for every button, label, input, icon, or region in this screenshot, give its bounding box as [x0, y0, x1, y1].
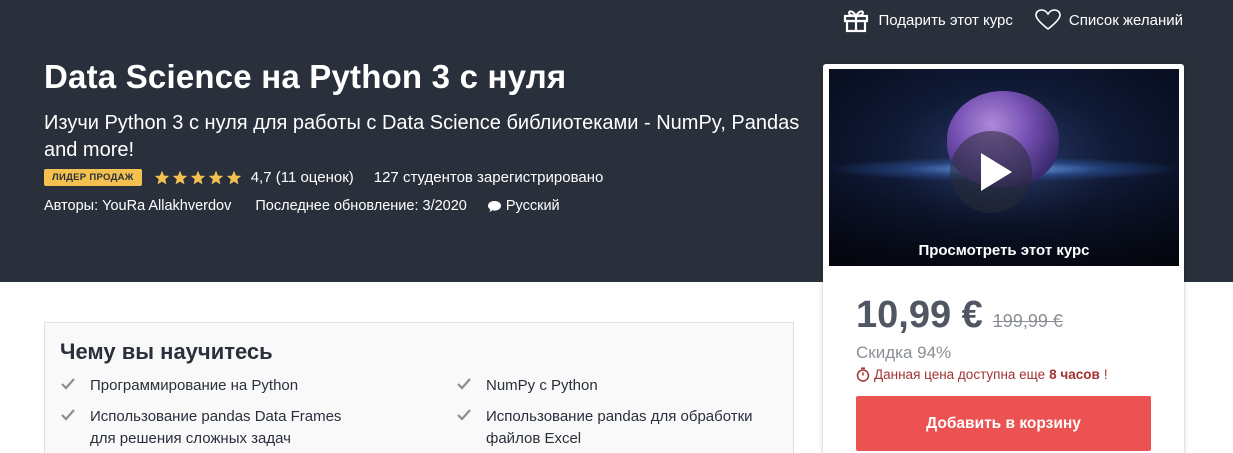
check-icon [457, 409, 471, 421]
play-icon [981, 153, 1012, 191]
gift-icon [842, 7, 870, 33]
author-link[interactable]: YouRa Allakhverdov [102, 198, 231, 214]
price-row: 10,99 € 199,99 € [856, 294, 1063, 337]
what-you-learn: Чему вы научитесь Программирование на Py… [44, 322, 794, 453]
urgency-suffix: ! [1103, 367, 1108, 382]
language-label: Русский [505, 198, 560, 214]
authors-label: Авторы: [44, 198, 99, 214]
learn-item-text: Использование pandas Data Frames для реш… [90, 408, 342, 447]
learn-title: Чему вы научитесь [60, 339, 273, 364]
star-icon [226, 170, 241, 184]
star-icon [172, 170, 187, 184]
price-urgency: Данная цена доступна еще 8 часов! [856, 367, 1108, 382]
course-stats: ЛИДЕР ПРОДАЖ 4,7 (11 оценок) 127 студент… [44, 169, 603, 186]
learn-item-text: Программирование на Python [90, 377, 299, 394]
course-meta: Авторы: YouRa Allakhverdov Последнее обн… [44, 198, 560, 214]
course-title: Data Science на Python 3 с нуля [44, 58, 567, 95]
learn-item: Использование pandas для обработки файло… [456, 406, 786, 450]
purchase-sidebar: Просмотреть этот курс 10,99 € 199,99 € С… [823, 64, 1184, 453]
wishlist-button[interactable]: Список желаний [1035, 6, 1183, 34]
current-price: 10,99 € [856, 294, 983, 336]
course-preview[interactable]: Просмотреть этот курс [829, 69, 1179, 266]
learn-item: NumPy с Python [456, 375, 786, 397]
wishlist-label: Список желаний [1068, 11, 1183, 29]
rating-stars [154, 170, 242, 186]
course-language: Русский [487, 198, 560, 214]
gift-course-label: Подарить этот курс [878, 11, 1013, 29]
play-button[interactable] [950, 131, 1032, 213]
stopwatch-icon [856, 367, 870, 382]
check-icon [61, 378, 75, 390]
last-update: Последнее обновление: 3/2020 [255, 198, 467, 214]
top-actions: Подарить этот курс Список желаний [842, 6, 1183, 34]
heart-icon [1035, 9, 1061, 31]
preview-label: Просмотреть этот курс [918, 242, 1090, 259]
learn-item: Программирование на Python [60, 375, 390, 397]
star-icon [208, 170, 223, 184]
rating-text[interactable]: 4,7 (11 оценок) [251, 169, 354, 186]
learn-item: Использование pandas Data Frames для реш… [60, 406, 370, 450]
check-icon [61, 409, 75, 421]
gift-course-button[interactable]: Подарить этот курс [842, 6, 1013, 34]
bestseller-badge: ЛИДЕР ПРОДАЖ [44, 169, 142, 186]
check-icon [457, 378, 471, 390]
learn-item-text: NumPy с Python [486, 377, 598, 394]
star-icon [154, 170, 169, 184]
urgency-time: 8 часов [1049, 367, 1100, 382]
add-to-cart-button[interactable]: Добавить в корзину [856, 396, 1151, 451]
students-count: 127 студентов зарегистрировано [373, 169, 604, 186]
course-subtitle: Изучи Python 3 с нуля для работы с Data … [44, 112, 800, 161]
star-icon [190, 170, 205, 184]
urgency-prefix: Данная цена доступна еще [874, 367, 1046, 382]
speech-bubble-icon [487, 200, 501, 212]
original-price: 199,99 € [992, 311, 1063, 331]
discount-label: Скидка 94% [856, 343, 952, 362]
learn-item-text: Использование pandas для обработки файло… [486, 408, 753, 447]
